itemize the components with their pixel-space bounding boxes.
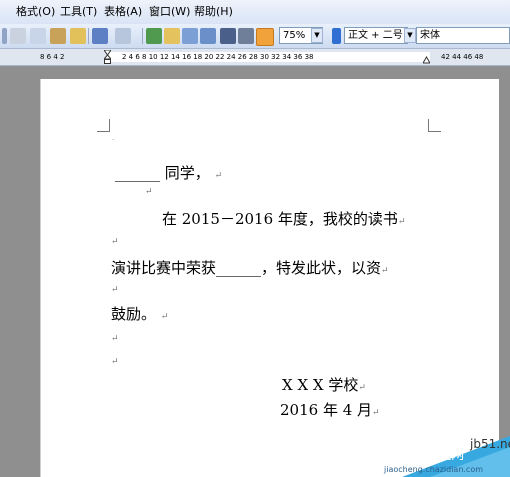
greeting-text: 同学， [164,164,210,182]
paragraph-mark: ↵ [397,217,406,227]
paragraph-mark: ↵ [111,357,119,367]
copy-icon[interactable] [30,28,46,44]
paragraph-mark: ↵ [111,237,119,247]
body-text-2a: 演讲比赛中荣获 [111,259,217,277]
body-line-2[interactable]: 演讲比赛中荣获______，特发此状，以资↵ [111,257,389,278]
margin-corner-top-left [97,119,110,132]
para-mark-top: . [112,134,115,142]
toolbar-grip[interactable] [2,28,7,44]
toolbar-separator [142,28,143,44]
paragraph-mark: ↵ [160,312,169,322]
greeting-line[interactable]: ______ 同学， ↵ [115,162,222,183]
ruler-left-ticks: 8 6 4 2 [40,53,65,61]
paragraph-mark: ↵ [145,187,153,197]
undo-icon[interactable] [92,28,108,44]
horizontal-ruler[interactable]: 8 6 4 2 2 4 6 8 10 12 14 16 18 20 22 24 … [0,49,510,66]
school-name: X X X 学校 [282,376,359,394]
cut-icon[interactable] [10,28,26,44]
paragraph-mark: ↵ [111,334,119,344]
toolbar-separator [88,28,89,44]
date-line[interactable]: 2016 年 4 月↵ [280,399,380,420]
watermark-site: jb51.net [470,437,510,451]
drawing-icon[interactable] [238,28,254,44]
ruler-middle-ticks: 2 4 6 8 10 12 14 16 18 20 22 24 26 28 30… [122,53,314,61]
body-text-3: 鼓励。 [111,305,157,323]
style-combo[interactable]: 正文 + 二号 [344,27,408,44]
menu-help[interactable]: 帮助(H) [194,4,233,20]
standard-toolbar: 75% ▼ 正文 + 二号 ▼ 宋体 [0,24,510,49]
document-map-icon[interactable] [256,28,274,46]
right-indent-marker-icon[interactable] [423,50,430,64]
redo-icon[interactable] [115,28,131,44]
watermark-url: jiaocheng.chazidian.com [384,465,484,474]
insert-excel-icon[interactable] [200,28,216,44]
zoom-dropdown-arrow[interactable]: ▼ [311,28,323,43]
menu-bar: 格式(O) 工具(T) 表格(A) 窗口(W) 帮助(H) [0,0,510,25]
paragraph-mark: ↵ [214,171,223,181]
document-page[interactable]: . ______ 同学， ↵ ↵ 在 2015－2016 年度，我校的读书↵ ↵… [40,79,499,477]
format-painter-icon[interactable] [70,28,86,44]
watermark-cn: 查字典 教程网 [382,448,465,463]
style-dropdown-arrow[interactable]: ▼ [404,28,416,43]
award-blank: ______ [216,259,262,277]
body-line-1[interactable]: 在 2015－2016 年度，我校的读书↵ [162,208,405,229]
paragraph-mark: ↵ [111,285,119,295]
tables-borders-icon[interactable] [164,28,180,44]
columns-icon[interactable] [220,28,236,44]
zoom-value: 75% [283,30,306,41]
site-watermark: jb51.net 查字典 教程网 jiaocheng.chazidian.com [382,436,510,477]
paragraph-mark: ↵ [372,408,380,418]
ruler-right-ticks: 42 44 46 48 [441,53,484,61]
menu-format[interactable]: 格式(O) [16,4,55,20]
font-combo[interactable]: 宋体 [416,27,510,44]
hyperlink-icon[interactable] [146,28,162,44]
paragraph-mark: ↵ [381,266,389,276]
body-text-1: 在 2015－2016 年度，我校的读书 [162,210,398,228]
style-value: 正文 + 二号 [348,30,403,41]
indent-marker-icon[interactable] [104,50,111,64]
paste-icon[interactable] [50,28,66,44]
insert-table-icon[interactable] [182,28,198,44]
name-blank: ______ [115,164,160,182]
menu-window[interactable]: 窗口(W) [149,4,190,20]
menu-table[interactable]: 表格(A) [104,4,142,20]
margin-corner-top-right [428,119,441,132]
help-icon[interactable] [332,28,341,44]
font-value: 宋体 [420,30,440,41]
paragraph-mark: ↵ [358,383,366,393]
signature-line[interactable]: X X X 学校↵ [282,374,366,395]
date-text: 2016 年 4 月 [280,401,373,419]
body-text-2b: ，特发此状，以资 [261,259,382,277]
menu-tools[interactable]: 工具(T) [60,4,97,20]
body-line-3[interactable]: 鼓励。 ↵ [111,303,168,324]
